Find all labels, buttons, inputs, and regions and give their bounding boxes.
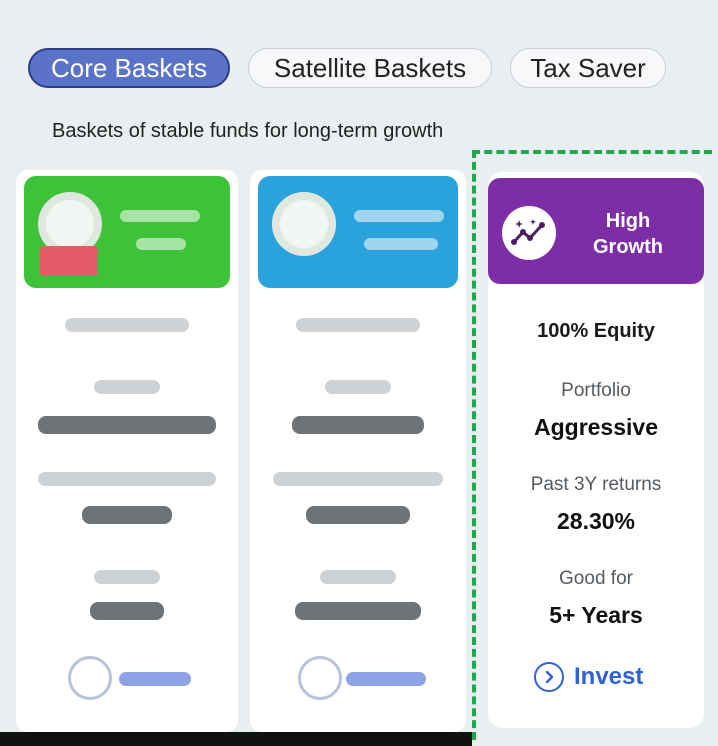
returns-value: 28.30% [556, 508, 635, 534]
invest-label: Invest [574, 663, 644, 690]
card-header [258, 176, 458, 288]
blurred-text [320, 570, 396, 584]
blurred-text [136, 238, 186, 250]
returns-label: Past 3Y returns [530, 474, 662, 495]
card-header: High Growth [488, 178, 704, 284]
blurred-text [94, 570, 160, 584]
badge-blurred [40, 246, 98, 276]
baskets-panel: Core Baskets Satellite Baskets Tax Saver… [0, 0, 718, 746]
allocation-text: 100% Equity [537, 320, 655, 342]
blurred-link[interactable] [119, 672, 191, 686]
tab-satellite-baskets[interactable]: Satellite Baskets [248, 48, 492, 88]
blurred-text [364, 238, 438, 250]
portfolio-label: Portfolio [561, 380, 631, 401]
blurred-text [354, 210, 444, 222]
blurred-link[interactable] [346, 672, 426, 686]
blurred-basket-card[interactable] [250, 170, 466, 732]
horizon-value: 5+ Years [549, 602, 643, 628]
chevron-right-circle-icon [534, 662, 564, 692]
high-growth-basket-card[interactable]: High Growth 100% Equity Portfolio Aggres… [488, 172, 704, 728]
blurred-text [38, 472, 216, 486]
portfolio-value: Aggressive [533, 414, 658, 440]
blurred-text [82, 506, 172, 524]
basket-avatar [272, 192, 336, 256]
blurred-icon [68, 656, 112, 700]
blurred-basket-card[interactable] [16, 170, 238, 732]
card-header [24, 176, 230, 288]
section-subtitle: Baskets of stable funds for long-term gr… [52, 120, 444, 142]
blurred-text [94, 380, 160, 394]
tab-tax-saver[interactable]: Tax Saver [510, 48, 666, 88]
tab-core-baskets[interactable]: Core Baskets [28, 48, 230, 88]
growth-chart-icon [502, 206, 556, 260]
bottom-edge [0, 732, 472, 746]
blurred-text [296, 318, 420, 332]
invest-button[interactable]: Invest [534, 662, 643, 692]
blurred-icon [298, 656, 342, 700]
blurred-text [295, 602, 421, 620]
card-title: High Growth [593, 210, 663, 258]
horizon-label: Good for [559, 568, 633, 589]
blurred-text [120, 210, 200, 222]
blurred-text [65, 318, 189, 332]
blurred-text [292, 416, 424, 434]
blurred-text [325, 380, 391, 394]
blurred-text [306, 506, 410, 524]
blurred-text [273, 472, 443, 486]
blurred-text [38, 416, 216, 434]
blurred-text [90, 602, 164, 620]
